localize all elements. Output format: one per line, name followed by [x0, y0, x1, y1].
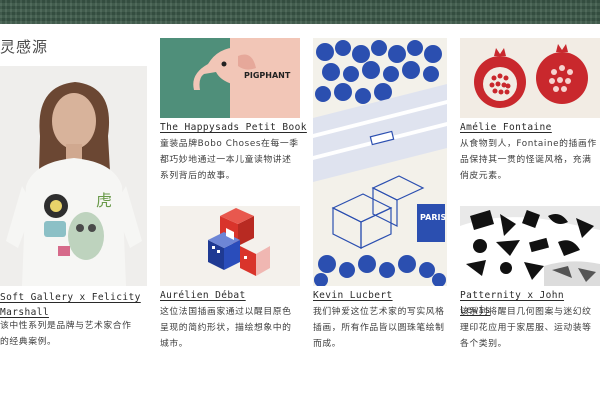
pigphant-image-text: PIGPHANT: [244, 71, 291, 80]
happysads-title-link[interactable]: The Happysads Petit Book: [160, 120, 310, 135]
kevin-lucbert-title-link[interactable]: Kevin Lucbert: [313, 288, 447, 303]
amelie-fontaine-image[interactable]: [460, 38, 600, 118]
patternity-description: 该系列将醒目几何图案与迷幻纹理印花应用于家居服、运动装等各个类别。: [460, 307, 592, 349]
kevin-lucbert-description: 我们钟爱这位艺术家的写实风格插画，所有作品皆以圆珠笔绘制而成。: [313, 307, 445, 349]
svg-text:虎: 虎: [96, 191, 112, 210]
amelie-fontaine-description: 从食物到人，Fontaine的插画作品保持其一贯的怪诞风格，充满俏皮元素。: [460, 139, 597, 181]
soft-gallery-description: 该中性系列是品牌与艺术家合作的经典案例。: [0, 321, 132, 347]
top-header-band: [0, 0, 600, 24]
patternity-image[interactable]: [460, 206, 600, 286]
aurelien-debat-description: 这位法国插画家通过以醒目原色呈现的简约形状，描绘想象中的城市。: [160, 307, 292, 349]
paris-2024-image-text: PARIS 2024: [420, 213, 447, 222]
amelie-fontaine-title-link[interactable]: Amélie Fontaine: [460, 120, 600, 135]
section-title: 灵感源: [0, 38, 49, 56]
aurelien-debat-title-link[interactable]: Aurélien Débat: [160, 288, 300, 303]
soft-gallery-image[interactable]: 虎: [0, 66, 147, 286]
soft-gallery-title-link[interactable]: Soft Gallery x Felicity Marshall: [0, 290, 147, 320]
aurelien-debat-image[interactable]: [160, 206, 300, 286]
happysads-image[interactable]: PIGPHANT: [160, 38, 300, 118]
kevin-lucbert-image[interactable]: PARIS 2024: [313, 38, 447, 286]
happysads-description: 童装品牌Bobo Choses在每一季都巧妙地通过一本儿童读物讲述系列背后的故事…: [160, 139, 299, 181]
